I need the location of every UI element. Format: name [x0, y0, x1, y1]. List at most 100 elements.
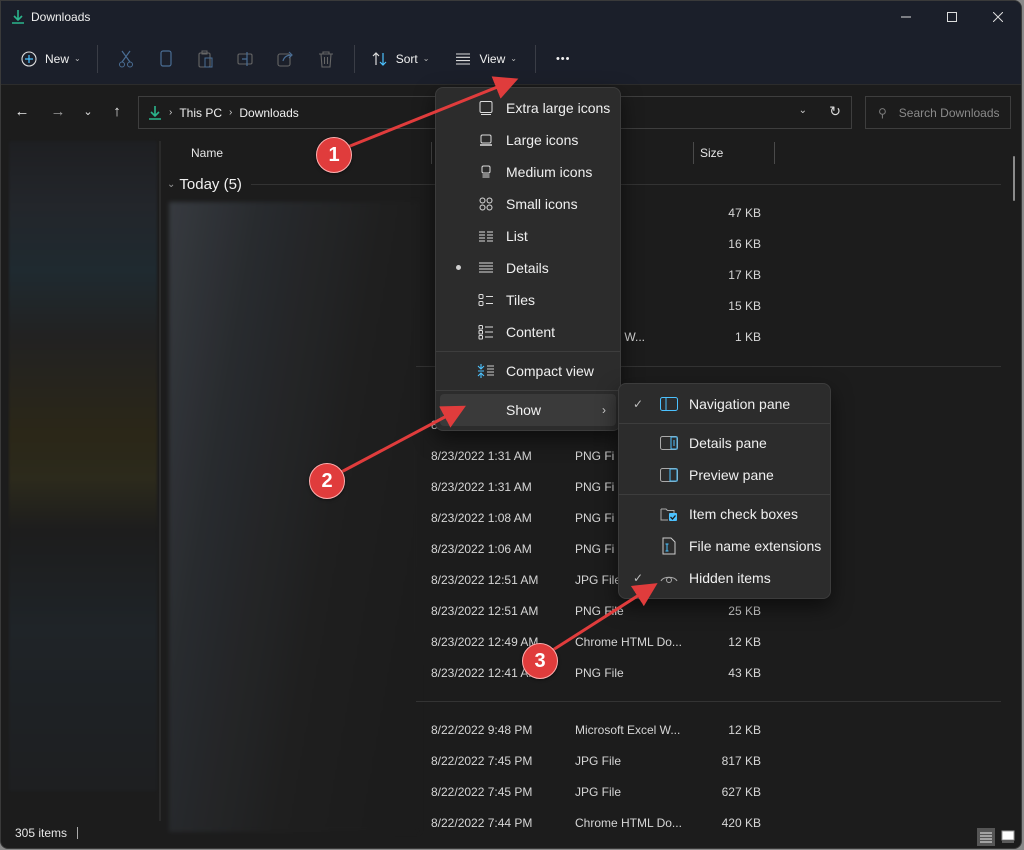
toolbar-divider — [96, 44, 98, 73]
chevron-down-icon: ⌄ — [74, 54, 81, 63]
menu-item-label: Hidden items — [689, 570, 771, 586]
view-button[interactable]: View ⌄ — [447, 41, 525, 77]
menu-item-label: Preview pane — [689, 467, 774, 483]
view-label: View — [479, 51, 506, 66]
address-history-dropdown[interactable]: ⌄ — [799, 105, 807, 116]
menu-item-hidden-items[interactable]: ✓ Hidden items — [623, 562, 826, 594]
cut-button[interactable] — [106, 41, 146, 77]
close-button[interactable] — [975, 1, 1021, 33]
menu-item-navigation-pane[interactable]: ✓ Navigation pane — [623, 388, 826, 420]
list-icon — [476, 227, 496, 245]
file-date: 8/23/2022 12:51 AM — [431, 572, 539, 587]
details-pane-icon — [659, 434, 679, 452]
file-date: 8/23/2022 12:49 AM — [431, 634, 539, 649]
file-row[interactable]: 8/23/2022 12:51 AM PNG File 25 KB — [431, 595, 761, 626]
column-divider[interactable] — [693, 142, 694, 164]
menu-item-content[interactable]: Content — [440, 316, 616, 348]
file-date: 8/23/2022 12:51 AM — [431, 603, 539, 618]
navigation-pane[interactable] — [9, 141, 157, 791]
copy-button[interactable] — [146, 41, 186, 77]
tiles-icon — [476, 291, 496, 309]
annotation-badge-2: 2 — [309, 463, 345, 499]
back-button[interactable]: ← — [11, 99, 33, 123]
chevron-right-icon: › — [602, 403, 606, 417]
group-divider — [416, 701, 1001, 702]
menu-item-extra-large-icons[interactable]: Extra large icons — [440, 92, 616, 124]
delete-icon — [318, 50, 333, 68]
breadcrumb-this-pc[interactable]: This PC — [179, 106, 222, 120]
new-button[interactable]: New ⌄ — [13, 41, 89, 77]
forward-button[interactable]: → — [47, 99, 69, 123]
menu-item-medium-icons[interactable]: Medium icons — [440, 156, 616, 188]
menu-divider — [619, 423, 830, 424]
rename-button[interactable] — [226, 41, 266, 77]
paste-button[interactable] — [186, 41, 226, 77]
menu-item-list[interactable]: List — [440, 220, 616, 252]
file-date: 8/23/2022 1:31 AM — [431, 479, 532, 494]
menu-item-tiles[interactable]: Tiles — [440, 284, 616, 316]
file-size: 12 KB — [728, 634, 761, 649]
toolbar-divider — [534, 44, 536, 73]
menu-item-file-name-extensions[interactable]: File name extensions — [623, 530, 826, 562]
column-divider[interactable] — [431, 142, 432, 164]
file-type: JPG File — [575, 753, 622, 768]
column-header-size[interactable]: Size — [700, 146, 723, 160]
file-type: Chrome HTML Do... — [575, 634, 682, 649]
more-options-button[interactable]: ••• — [548, 41, 579, 77]
file-size: 15 KB — [728, 298, 761, 313]
search-placeholder: Search Downloads — [898, 105, 1000, 120]
file-row[interactable]: 8/22/2022 7:45 PM JPG File 627 KB — [431, 776, 761, 807]
column-header-name[interactable]: Name — [191, 146, 223, 160]
menu-item-label: Small icons — [506, 196, 578, 212]
file-row[interactable]: 8/23/2022 12:49 AM Chrome HTML Do... 12 KB — [431, 626, 761, 657]
vertical-scrollbar[interactable] — [1013, 156, 1015, 201]
download-icon — [12, 10, 24, 24]
menu-item-details-pane[interactable]: Details pane — [623, 427, 826, 459]
file-size: 16 KB — [728, 236, 761, 251]
group-header-today[interactable]: ⌄ Today (5) — [167, 176, 242, 193]
minimize-button[interactable] — [883, 1, 929, 33]
chevron-down-icon: ⌄ — [510, 54, 517, 63]
menu-item-item-check-boxes[interactable]: Item check boxes — [623, 498, 826, 530]
chevron-down-icon: ⌄ — [83, 105, 93, 118]
arrow-left-icon: ← — [14, 102, 30, 120]
menu-item-large-icons[interactable]: Large icons — [440, 124, 616, 156]
search-icon: ⚲ — [878, 105, 887, 120]
column-divider[interactable] — [774, 142, 775, 164]
menu-divider — [619, 494, 830, 495]
breadcrumb-downloads[interactable]: Downloads — [239, 106, 298, 120]
menu-item-show[interactable]: Show › — [440, 394, 616, 426]
view-details-icon — [456, 52, 471, 65]
search-box[interactable]: ⚲ Search Downloads — [865, 96, 1011, 129]
window-title: Downloads — [31, 10, 91, 24]
refresh-icon[interactable]: ↻ — [829, 103, 841, 120]
sort-label: Sort — [395, 51, 418, 66]
delete-button[interactable] — [306, 41, 346, 77]
up-button[interactable]: ↑ — [106, 99, 128, 123]
file-row[interactable]: 8/22/2022 9:48 PM Microsoft Excel W... 12 … — [431, 714, 761, 745]
recent-locations-button[interactable]: ⌄ — [77, 99, 99, 123]
menu-item-compact-view[interactable]: Compact view — [440, 355, 616, 387]
large-icons-view-toggle[interactable] — [999, 828, 1017, 846]
file-type: PNG File — [575, 665, 624, 680]
menu-item-details[interactable]: Details — [440, 252, 616, 284]
item-count: 305 items — [15, 826, 68, 840]
show-submenu: ✓ Navigation pane Details pane Preview pane… — [618, 383, 831, 599]
arrow-right-icon: → — [50, 102, 66, 120]
file-date: 8/23/2022 1:08 AM — [431, 510, 532, 525]
sort-button[interactable]: Sort ⌄ — [363, 41, 438, 77]
share-icon — [277, 51, 293, 67]
menu-item-small-icons[interactable]: Small icons — [440, 188, 616, 220]
item-check-boxes-icon — [659, 505, 679, 523]
file-row[interactable]: 8/22/2022 7:45 PM JPG File 817 KB — [431, 745, 761, 776]
hidden-items-icon — [659, 569, 679, 587]
share-button[interactable] — [266, 41, 306, 77]
file-row[interactable]: 8/23/2022 12:41 AM PNG File 43 KB — [431, 657, 761, 688]
file-type: Microsoft Excel W... — [575, 722, 681, 737]
menu-item-preview-pane[interactable]: Preview pane — [623, 459, 826, 491]
compact-view-icon — [476, 362, 496, 380]
group-divider — [251, 184, 1001, 185]
details-view-toggle[interactable] — [977, 828, 995, 846]
view-menu: Extra large icons Large icons Medium icons… — [435, 87, 621, 431]
maximize-button[interactable] — [929, 1, 975, 33]
